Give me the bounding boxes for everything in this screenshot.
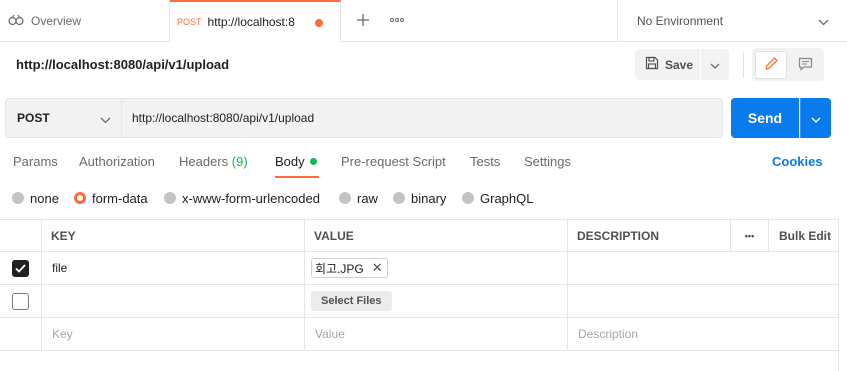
tab-request-method: POST [177,17,202,27]
body-type-graphql[interactable]: GraphQL [462,190,533,206]
active-tab-indicator [275,176,319,178]
row-value: Select Files [304,285,567,317]
chevron-down-icon [710,57,720,72]
cookies-link[interactable]: Cookies [772,154,823,169]
tab-headers[interactable]: Headers (9) [179,154,248,176]
row-checkbox-cell [0,252,41,284]
save-icon [645,56,659,73]
pencil-icon [764,56,779,74]
tab-body-label: Body [275,154,305,169]
tab-body[interactable]: Body [275,154,317,176]
body-type-form-data-label: form-data [92,190,148,206]
tab-prerequest-script[interactable]: Pre-request Script [341,154,446,176]
save-options-button[interactable] [701,49,729,80]
tab-bar: Overview POST http://localhost:8 No Envi… [0,0,847,42]
row-description[interactable] [567,285,838,317]
body-type-binary[interactable]: binary [393,190,446,206]
comment-icon [798,57,813,74]
new-tab-plus-icon[interactable] [353,9,373,31]
body-type-none-label: none [30,190,59,206]
file-name: 회고.JPG [315,261,364,276]
tab-authorization[interactable]: Authorization [79,154,155,176]
method-label: POST [17,111,50,125]
radio-icon [12,192,24,204]
overview-icon [8,14,24,29]
headers-count-badge: (9) [231,154,248,169]
header-checkbox-cell [0,220,41,251]
header-description: DESCRIPTION [567,220,730,251]
unsaved-dot-icon[interactable] [315,19,323,27]
chevron-down-icon [100,113,111,127]
row-checkbox-cell [0,285,41,317]
radio-icon [393,192,405,204]
body-type-binary-label: binary [411,190,447,206]
header-value: VALUE [304,220,567,251]
tab-overview[interactable]: Overview [0,0,170,42]
body-indicator-dot-icon [309,158,317,165]
tab-request-label: http://localhost:8 [207,15,295,29]
body-type-raw[interactable]: raw [339,190,378,206]
close-icon[interactable]: ✕ [372,260,383,276]
body-type-none[interactable]: none [12,190,59,206]
table-row: file 회고.JPG ✕ [0,252,838,285]
header-key: KEY [41,220,304,251]
radio-icon [164,192,176,204]
row-key[interactable] [41,285,304,317]
environment-label: No Environment [637,14,724,28]
url-bar: POST [5,98,723,138]
tab-settings[interactable]: Settings [524,154,571,176]
row-checkbox[interactable] [12,292,29,310]
row-checkbox[interactable] [12,259,29,277]
table-row: Select Files [0,285,838,318]
body-type-form-data[interactable]: form-data [74,190,148,206]
bulk-edit-button[interactable]: Bulk Edit [768,220,838,251]
method-select[interactable]: POST [6,99,122,137]
body-type-urlencoded-label: x-www-form-urlencoded [182,190,320,206]
table-header-row: KEY VALUE DESCRIPTION ••• Bulk Edit [0,219,838,252]
save-button[interactable]: Save [635,49,700,80]
select-files-button[interactable]: Select Files [311,291,392,311]
file-chip: 회고.JPG ✕ [311,258,388,278]
radio-selected-icon [74,192,86,204]
save-button-label: Save [665,57,694,72]
environment-select[interactable]: No Environment [617,0,847,42]
chevron-down-icon [818,15,829,29]
url-input[interactable] [132,99,712,137]
row-key[interactable]: file [41,252,304,284]
table-row-new: Key Value Description [0,318,838,351]
body-type-graphql-label: GraphQL [480,190,534,206]
radio-icon [339,192,351,204]
tab-request[interactable]: POST http://localhost:8 [170,0,341,42]
chevron-down-icon [811,111,821,126]
key-placeholder-input[interactable]: Key [41,318,304,350]
row-description[interactable] [567,252,838,284]
radio-icon [462,192,474,204]
edit-button[interactable] [755,51,787,79]
description-placeholder-input[interactable]: Description [567,318,838,350]
value-placeholder-input[interactable]: Value [304,318,567,350]
divider [743,52,744,78]
row-value[interactable]: 회고.JPG ✕ [304,252,567,284]
tab-tests[interactable]: Tests [470,154,500,176]
send-button[interactable]: Send [731,98,799,138]
tab-params[interactable]: Params [13,154,58,176]
send-options-button[interactable] [800,98,831,138]
scrollbar[interactable] [838,219,839,371]
tab-headers-label: Headers [179,154,229,169]
tab-overview-label: Overview [31,14,82,28]
request-title[interactable]: http://localhost:8080/api/v1/upload [16,57,229,72]
body-type-raw-label: raw [357,190,378,206]
more-tabs-ellipsis-icon[interactable] [387,9,407,31]
body-type-urlencoded[interactable]: x-www-form-urlencoded [164,190,320,206]
send-button-label: Send [747,110,783,126]
column-options-ellipsis-icon[interactable]: ••• [730,220,768,251]
comments-button[interactable] [789,51,821,79]
row-checkbox-cell [0,318,41,350]
